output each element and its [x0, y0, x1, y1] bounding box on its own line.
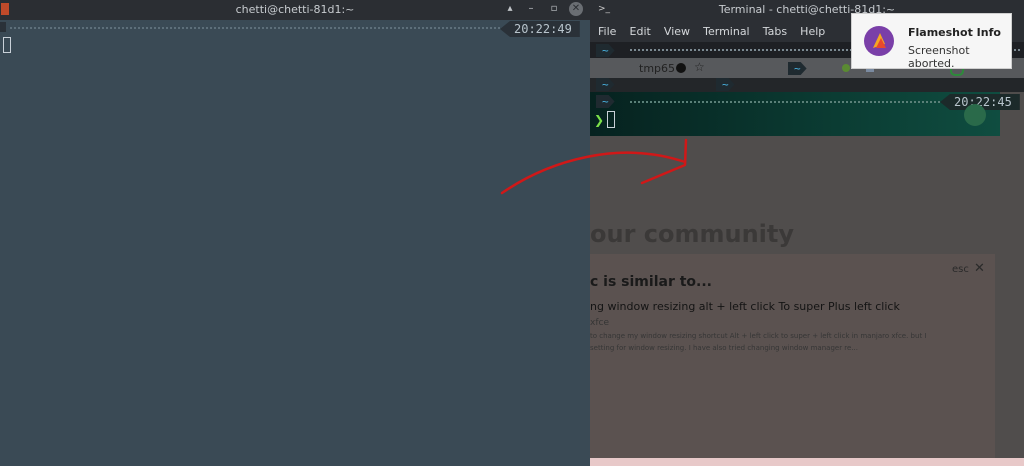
annotation-arrow [500, 138, 688, 195]
notification-title: Flameshot Info [908, 26, 1001, 39]
notification-popup[interactable]: Flameshot Info Screenshot aborted. [851, 13, 1012, 70]
flameshot-icon [864, 26, 894, 56]
notification-message: Screenshot aborted. [908, 44, 970, 70]
